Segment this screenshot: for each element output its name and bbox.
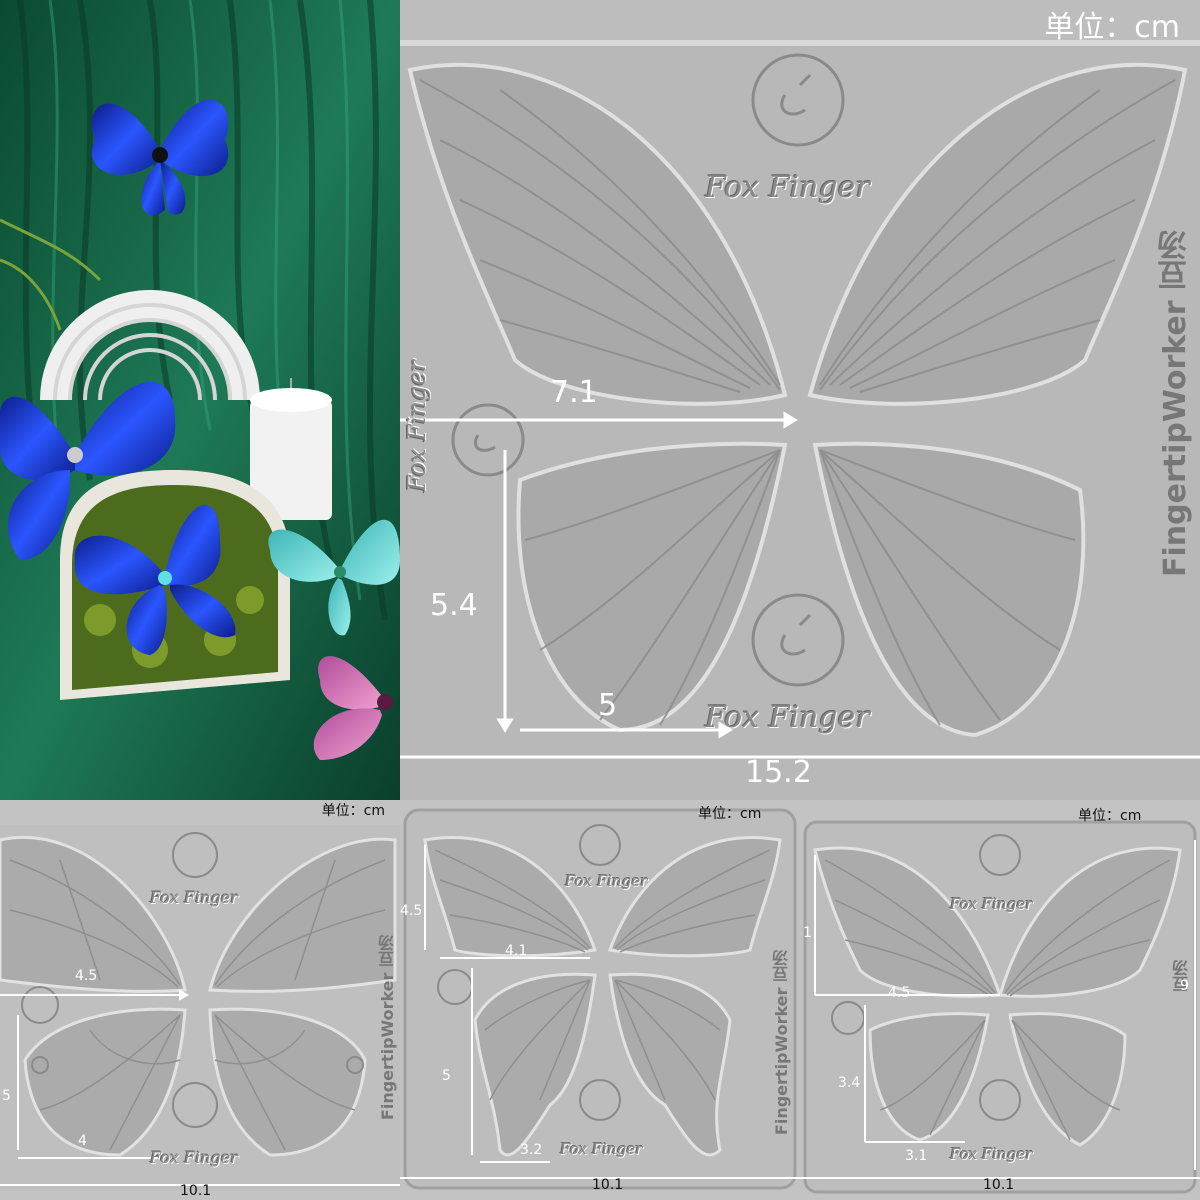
dim-lower-wing-width: 3.1: [905, 1148, 928, 1164]
main-mold-shapes: [400, 40, 1200, 800]
dim-upper-wing-width: 7.1: [550, 375, 598, 410]
dim-total-width: 10.1: [180, 1183, 212, 1199]
dim-lower-wing-height: 5: [2, 1088, 11, 1104]
dim-lower-wing-width: 4: [78, 1133, 87, 1149]
dim-upper-wing-height: 4.5: [400, 903, 423, 919]
brand-text-top: Fox Finger: [705, 170, 870, 205]
dim-total-width: 10.1: [592, 1177, 624, 1193]
dim-lower-wing-width: 5: [598, 688, 618, 723]
dim-upper-wing-width: 4.5: [888, 985, 911, 1001]
brand-text-top: Fox Finger: [150, 888, 238, 907]
photo-scene: [0, 0, 400, 800]
dim-total-height: 9: [1180, 978, 1189, 994]
unit-label: 单位：cm: [321, 803, 385, 819]
mold-1-shapes: [0, 825, 400, 1190]
side-brand: FingertipWorker 豆汤: [772, 950, 791, 1136]
dim-total-width: 10.1: [983, 1177, 1015, 1193]
brand-text-bottom: Fox Finger: [150, 1148, 238, 1167]
brand-text-top: Fox Finger: [950, 895, 1033, 913]
dim-lower-wing-height: 3.4: [838, 1075, 861, 1091]
brand-text-side: Fox Finger: [403, 360, 431, 492]
side-brand: FingertipWorker 豆汤: [1158, 230, 1193, 578]
mold-3-shapes: [800, 820, 1200, 1194]
mold-panel-1: 单位：cm Fox Finger Fox Finger FingertipWor…: [0, 800, 400, 1200]
mold-panel-2: 单位：cm Fox Finger Fox Finger FingertipWor…: [400, 800, 800, 1200]
unit-label: 单位：cm: [1044, 10, 1180, 45]
brand-text-bottom: Fox Finger: [950, 1145, 1033, 1163]
dim-upper-wing-height: 1: [803, 925, 812, 941]
dim-total-width: 15.2: [745, 755, 812, 790]
product-photo: [0, 0, 400, 800]
side-brand: FingertipWorker 豆汤: [378, 935, 397, 1121]
mold-panel-3: 单位：cm Fox Finger Fox Finger 豆汤 1 4.5 3.4…: [800, 800, 1200, 1200]
dim-upper-wing-width: 4.1: [505, 943, 528, 959]
brand-text-bottom: Fox Finger: [560, 1140, 643, 1158]
unit-label: 单位：cm: [1078, 808, 1142, 824]
dim-lower-wing-height: 5.4: [430, 588, 478, 623]
main-mold-panel: 单位：cm Fox Finger Fox Finger Fox Finger F…: [400, 0, 1200, 800]
dim-lower-wing-height: 5: [442, 1068, 451, 1084]
brand-text-top: Fox Finger: [565, 872, 648, 890]
unit-label: 单位：cm: [698, 806, 762, 822]
dim-upper-wing-width: 4.5: [75, 968, 98, 984]
dim-lower-wing-width: 3.2: [520, 1142, 543, 1158]
brand-text-bottom: Fox Finger: [705, 700, 870, 735]
